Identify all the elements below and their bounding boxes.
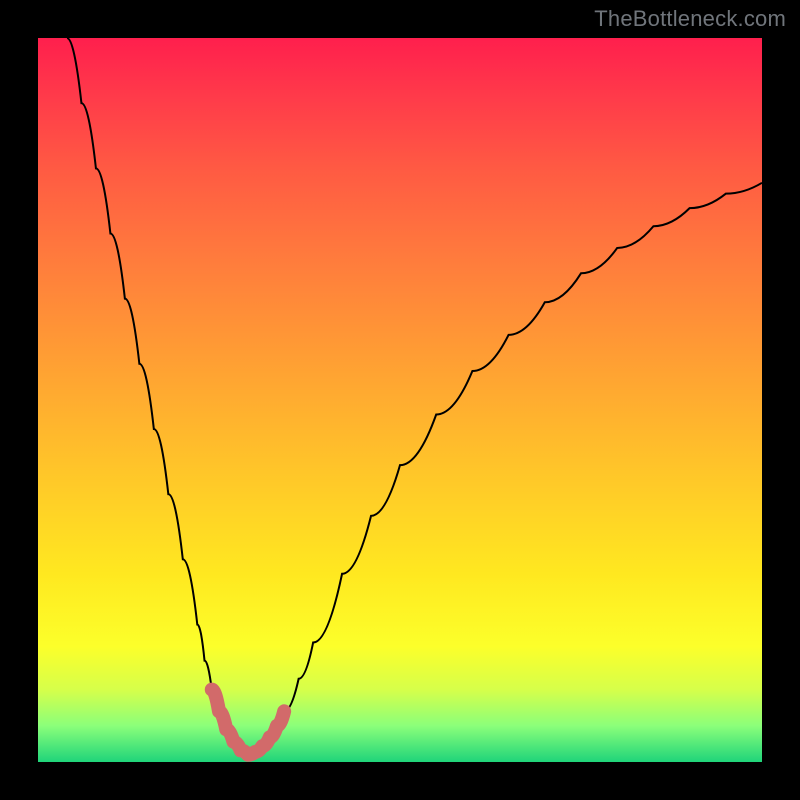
chart-svg [38, 38, 762, 762]
curve-left [67, 38, 248, 755]
watermark-text: TheBottleneck.com [594, 6, 786, 32]
chart-frame: TheBottleneck.com [0, 0, 800, 800]
curve-right [248, 183, 762, 755]
bottom-highlight [212, 690, 284, 755]
